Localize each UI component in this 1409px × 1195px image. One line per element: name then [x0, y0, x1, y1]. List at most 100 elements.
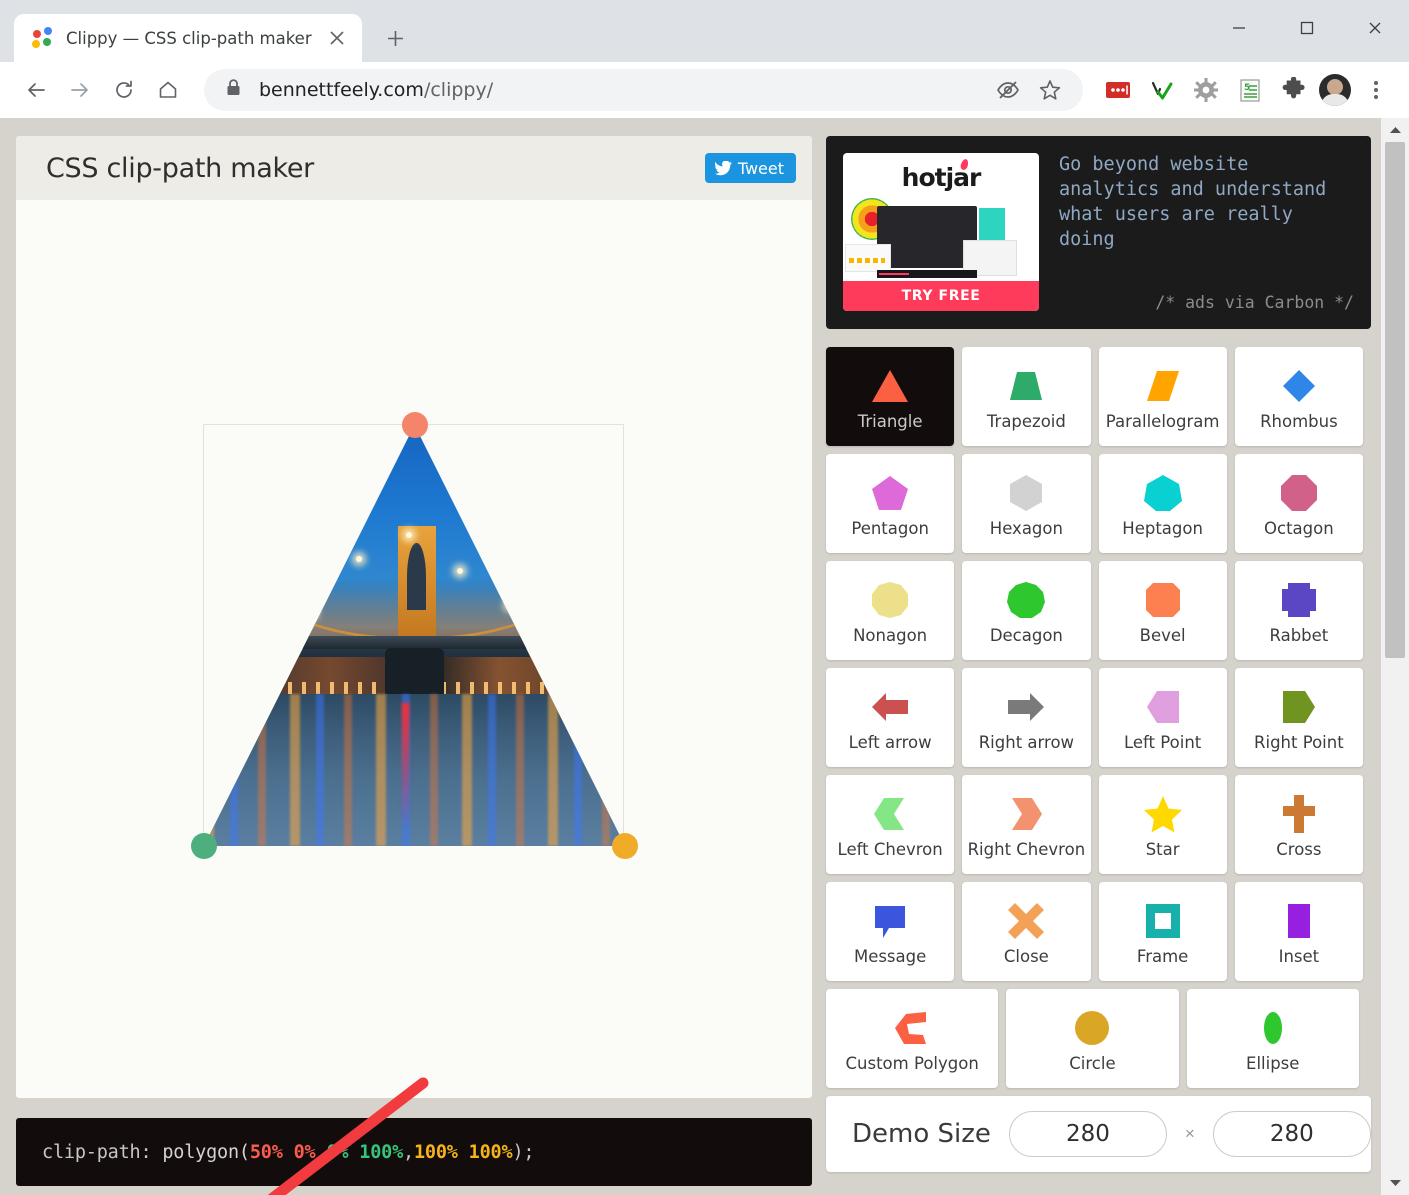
shape-card-right-chevron[interactable]: Right Chevron [962, 775, 1090, 874]
shape-card-close[interactable]: Close [962, 882, 1090, 981]
page-title: CSS clip-path maker [46, 153, 314, 184]
reader-document-icon[interactable]: 5 [1231, 71, 1269, 109]
back-button[interactable] [14, 68, 58, 112]
close-shape-icon [1004, 897, 1048, 945]
scrollbar-thumb[interactable] [1385, 142, 1405, 658]
handle-bottom-right[interactable] [612, 833, 638, 859]
code-function: polygon( [162, 1142, 250, 1163]
shape-card-nonagon[interactable]: Nonagon [826, 561, 954, 660]
shape-card-trapezoid[interactable]: Trapezoid [962, 347, 1090, 446]
ad-text: Go beyond website analytics and understa… [1059, 153, 1354, 312]
left-column: CSS clip-path maker Tweet [16, 136, 812, 1098]
shape-grid: Triangle Trapezoid Parallelogram Rhombus [826, 347, 1371, 1088]
shape-card-triangle[interactable]: Triangle [826, 347, 954, 446]
grammar-check-icon[interactable] [1143, 71, 1181, 109]
reload-button[interactable] [102, 68, 146, 112]
shape-card-ellipse[interactable]: Ellipse [1187, 989, 1359, 1088]
star-shape-icon [1141, 790, 1185, 838]
demo-height-input[interactable]: 280 [1213, 1111, 1371, 1157]
demo-photo [204, 425, 625, 846]
heptagon-shape-icon [1141, 469, 1185, 517]
bookmark-star-icon[interactable] [1031, 71, 1069, 109]
shape-label: Triangle [858, 412, 923, 431]
cross-shape-icon [1277, 790, 1321, 838]
shape-card-heptagon[interactable]: Heptagon [1099, 454, 1227, 553]
handle-bottom-left[interactable] [191, 833, 217, 859]
shape-card-frame[interactable]: Frame [1099, 882, 1227, 981]
shape-card-circle[interactable]: Circle [1006, 989, 1178, 1088]
chrome-menu-kebab[interactable] [1357, 71, 1395, 109]
forward-button[interactable] [58, 68, 102, 112]
omnibox-actions [989, 71, 1069, 109]
shape-card-pentagon[interactable]: Pentagon [826, 454, 954, 553]
shape-card-left-chevron[interactable]: Left Chevron [826, 775, 954, 874]
shape-card-bevel[interactable]: Bevel [1099, 561, 1227, 660]
shape-card-right-arrow[interactable]: Right arrow [962, 668, 1090, 767]
window-controls [1205, 0, 1409, 56]
lastpass-icon[interactable] [1099, 71, 1137, 109]
shape-card-hexagon[interactable]: Hexagon [962, 454, 1090, 553]
right-chevron-shape-icon [1004, 790, 1048, 838]
clipped-image[interactable] [204, 425, 625, 846]
demo-width-input[interactable]: 280 [1009, 1111, 1167, 1157]
address-bar[interactable]: bennettfeely.com/clippy/ [204, 69, 1083, 111]
code-point-2: 0% 100% [326, 1142, 403, 1163]
shape-card-left-arrow[interactable]: Left arrow [826, 668, 954, 767]
page-scrollbar[interactable] [1381, 118, 1409, 1195]
shape-card-inset[interactable]: Inset [1235, 882, 1363, 981]
shape-card-star[interactable]: Star [1099, 775, 1227, 874]
tweet-button[interactable]: Tweet [705, 153, 796, 183]
code-sep-2: , [403, 1142, 414, 1163]
shape-label: Close [1004, 947, 1049, 966]
code-point-1: 50% 0% [250, 1142, 316, 1163]
shape-card-left-point[interactable]: Left Point [1099, 668, 1227, 767]
shape-card-parallelogram[interactable]: Parallelogram [1099, 347, 1227, 446]
home-button[interactable] [146, 68, 190, 112]
left-chevron-shape-icon [868, 790, 912, 838]
minimize-button[interactable] [1205, 0, 1273, 56]
browser-tab[interactable]: Clippy — CSS clip-path maker [14, 14, 362, 62]
shape-card-decagon[interactable]: Decagon [962, 561, 1090, 660]
shape-card-cross[interactable]: Cross [1235, 775, 1363, 874]
shape-card-message[interactable]: Message [826, 882, 954, 981]
parallelogram-shape-icon [1141, 362, 1185, 410]
ad-image[interactable]: hotjar TRY FREE [843, 153, 1039, 311]
close-window-button[interactable] [1341, 0, 1409, 56]
shape-label: Right arrow [979, 733, 1074, 752]
shape-card-custom-polygon[interactable]: Custom Polygon [826, 989, 998, 1088]
url-path: /clippy/ [424, 79, 493, 101]
shape-card-rhombus[interactable]: Rhombus [1235, 347, 1363, 446]
profile-avatar[interactable] [1319, 74, 1351, 106]
triangle-shape-icon [868, 362, 912, 410]
shape-card-octagon[interactable]: Octagon [1235, 454, 1363, 553]
ad-cta-button[interactable]: TRY FREE [843, 281, 1039, 311]
shape-label: Right Chevron [968, 840, 1086, 859]
nonagon-shape-icon [868, 576, 912, 624]
scroll-down-arrow[interactable] [1381, 1171, 1409, 1195]
shape-label: Cross [1276, 840, 1321, 859]
eye-off-icon[interactable] [989, 71, 1027, 109]
ad-copy[interactable]: Go beyond website analytics and understa… [1059, 153, 1354, 253]
shape-label: Ellipse [1246, 1054, 1299, 1073]
gear-extension-icon[interactable] [1187, 71, 1225, 109]
shape-card-rabbet[interactable]: Rabbet [1235, 561, 1363, 660]
ad-credit: /* ads via Carbon */ [1059, 293, 1354, 312]
maximize-button[interactable] [1273, 0, 1341, 56]
scroll-up-arrow[interactable] [1381, 118, 1409, 142]
page-viewport: CSS clip-path maker Tweet [0, 118, 1409, 1195]
new-tab-icon[interactable] [374, 17, 416, 59]
shape-label: Circle [1069, 1054, 1115, 1073]
carbon-ad[interactable]: hotjar TRY FREE Go beyond website analyt… [826, 136, 1371, 329]
shape-label: Inset [1279, 947, 1320, 966]
shape-label: Star [1146, 840, 1180, 859]
extensions-puzzle-icon[interactable] [1275, 71, 1313, 109]
handle-top[interactable] [402, 412, 428, 438]
tweet-label: Tweet [738, 159, 784, 178]
tab-strip: Clippy — CSS clip-path maker [0, 0, 1409, 62]
left-point-shape-icon [1141, 683, 1185, 731]
clip-path-code-output[interactable]: clip-path: polygon(50% 0%, 0% 100%, 100%… [16, 1118, 812, 1186]
shape-card-right-point[interactable]: Right Point [1235, 668, 1363, 767]
ellipse-shape-icon [1251, 1004, 1295, 1052]
shape-label: Frame [1137, 947, 1188, 966]
close-tab-icon[interactable] [322, 23, 352, 53]
